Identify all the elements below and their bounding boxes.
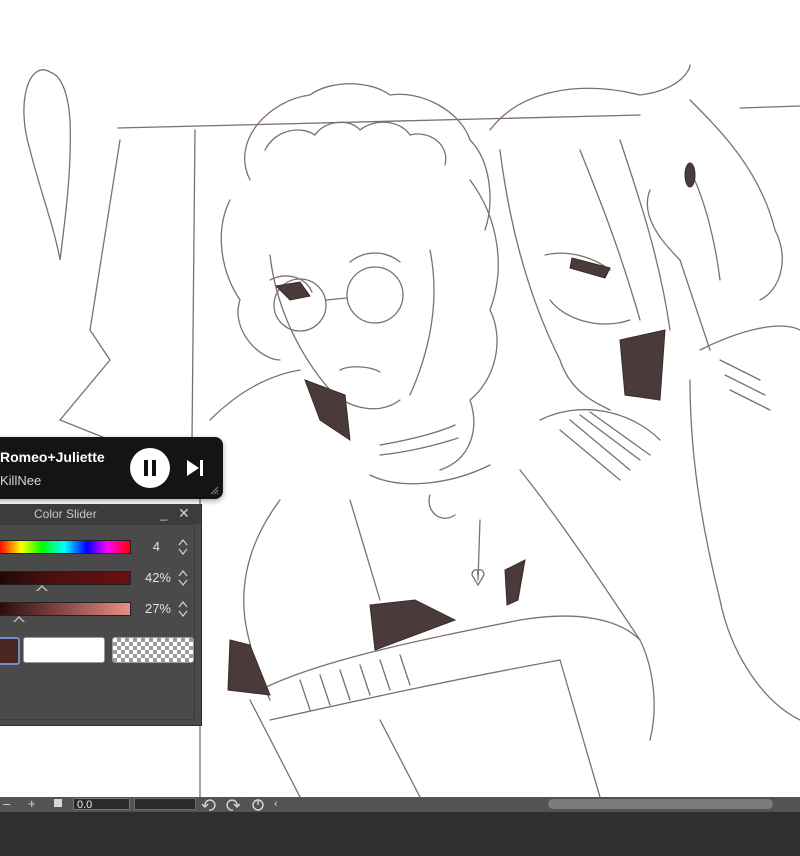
transparent-color-swatch[interactable] [112,637,194,663]
panel-title: Color Slider [34,507,97,521]
chevron-left-icon[interactable]: ‹ [274,798,278,810]
rotate-right-icon[interactable] [226,798,240,811]
color-slider-panel: Color Slider _ ✕ 4 42% 27% [0,504,202,726]
brightness-slider[interactable] [0,602,131,616]
zoom-field[interactable]: 0.0 [73,798,130,811]
media-player-popup: Romeo+Juliette KillNee [0,437,223,499]
hue-spinner-icon[interactable] [177,537,189,557]
rotate-left-icon[interactable] [202,798,216,811]
main-color-swatch[interactable] [0,637,20,665]
saturation-handle[interactable] [36,585,48,591]
brightness-handle[interactable] [13,616,25,622]
track-title: Romeo+Juliette [0,449,105,465]
status-bar [0,812,800,856]
horizontal-scrollbar[interactable] [548,799,773,809]
hue-value[interactable]: 4 [120,539,160,554]
sub-color-swatch[interactable] [23,637,105,663]
zoom-out-icon[interactable]: – [3,796,10,811]
brightness-value[interactable]: 27% [131,601,171,616]
pause-icon [144,460,156,476]
zoom-slider[interactable] [134,798,196,810]
zoom-in-icon[interactable]: + [28,796,36,811]
panel-titlebar[interactable]: Color Slider _ ✕ [0,504,201,524]
navigator-toolbar: – + 0.0 ‹ [0,796,800,812]
fit-view-icon[interactable] [54,799,62,807]
close-icon[interactable]: ✕ [178,505,190,522]
minimize-icon[interactable]: _ [160,506,167,521]
brightness-spinner-icon[interactable] [177,599,189,619]
next-track-button[interactable] [185,458,205,478]
saturation-spinner-icon[interactable] [177,568,189,588]
saturation-slider[interactable] [0,571,131,585]
reset-rotation-icon[interactable] [251,798,265,811]
saturation-value[interactable]: 42% [131,570,171,585]
pause-button[interactable] [130,448,170,488]
resize-grip-icon[interactable] [209,485,219,495]
track-artist: KillNee [0,473,42,488]
skip-next-icon [187,460,203,476]
hue-slider[interactable] [0,540,131,554]
